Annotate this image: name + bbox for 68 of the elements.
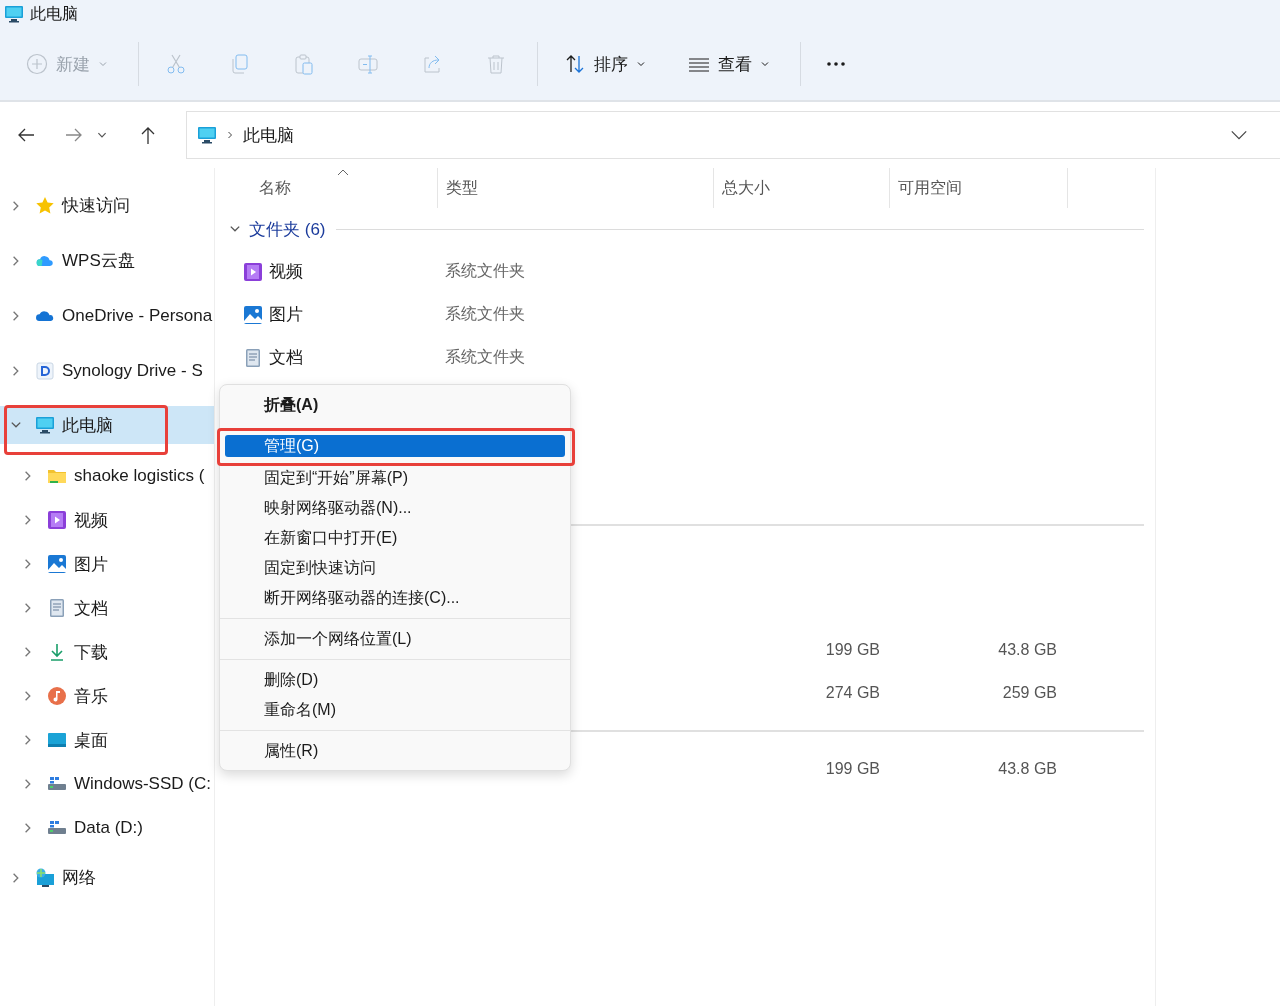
sidebar-item[interactable]: shaoke logistics ( (0, 454, 214, 498)
menu-item[interactable]: 固定到“开始”屏幕(P) (225, 463, 565, 493)
total-size: 199 GB (824, 759, 880, 778)
video-icon (47, 510, 67, 530)
synology-drive-icon (35, 360, 55, 381)
sidebar-item[interactable]: 下载 (0, 630, 214, 674)
group-header[interactable]: 文件夹 (6) (249, 217, 326, 241)
file-name[interactable]: 文档 (269, 346, 303, 369)
music-icon (47, 686, 67, 706)
picture-icon (47, 554, 67, 574)
free-space: 43.8 GB (997, 640, 1057, 659)
total-size: 274 GB (824, 683, 880, 702)
monitor-icon (4, 4, 24, 24)
file-name[interactable]: 图片 (269, 303, 303, 326)
menu-item[interactable]: 重命名(M) (225, 695, 565, 725)
sidebar-item[interactable]: 图片 (0, 542, 214, 586)
breadcrumb-separator-icon (225, 130, 235, 140)
free-space: 259 GB (1001, 683, 1057, 702)
view-button[interactable]: 查看 (676, 44, 782, 84)
address-path[interactable]: 此电脑 (243, 123, 1222, 147)
column-header[interactable]: 名称 (227, 168, 438, 208)
address-bar[interactable]: 此电脑 (186, 111, 1280, 159)
video-icon (243, 261, 263, 282)
caret-icon (636, 59, 646, 69)
network-icon (35, 867, 55, 888)
sidebar-item[interactable]: 网络 (0, 850, 214, 905)
window-title: 此电脑 (30, 3, 78, 24)
column-header[interactable]: 类型 (438, 168, 714, 208)
sidebar-item[interactable]: OneDrive - Persona (0, 288, 214, 343)
sidebar-item[interactable]: Windows-SSD (C: (0, 762, 214, 806)
free-space: 43.8 GB (997, 759, 1057, 778)
dropdown-icon[interactable] (1230, 129, 1248, 141)
menu-item[interactable]: 在新窗口中打开(E) (225, 523, 565, 553)
file-name[interactable]: 视频 (269, 260, 303, 283)
sidebar-item[interactable]: 音乐 (0, 674, 214, 718)
sidebar-item[interactable]: Data (D:) (0, 806, 214, 850)
monitor-icon (197, 125, 217, 145)
column-header[interactable]: 可用空间 (890, 168, 1068, 208)
sidebar-item[interactable]: 文档 (0, 586, 214, 630)
sort-button[interactable]: 排序 (552, 44, 658, 84)
monitor-icon (35, 415, 55, 435)
desktop-icon (47, 730, 67, 750)
file-type: 系统文件夹 (445, 261, 525, 281)
sidebar-item[interactable]: 桌面 (0, 718, 214, 762)
menu-item[interactable]: 折叠(A) (225, 389, 565, 421)
column-header[interactable]: 总大小 (714, 168, 890, 208)
document-icon (243, 347, 263, 368)
caret-icon (760, 59, 770, 69)
sidebar-item[interactable]: Synology Drive - S (0, 343, 214, 398)
sidebar-item[interactable]: 快速访问 (0, 178, 214, 233)
sidebar-item[interactable]: 此电脑 (0, 406, 214, 444)
file-type: 系统文件夹 (445, 347, 525, 367)
menu-item[interactable]: 断开网络驱动器的连接(C)... (225, 583, 565, 613)
menu-item[interactable]: 固定到快速访问 (225, 553, 565, 583)
menu-item[interactable]: 删除(D) (225, 665, 565, 695)
menu-item[interactable]: 管理(G) (225, 435, 565, 457)
menu-item[interactable]: 属性(R) (225, 736, 565, 766)
sort-caret-icon (337, 168, 349, 176)
star-icon (35, 195, 55, 216)
menu-item[interactable]: 添加一个网络位置(L) (225, 624, 565, 654)
total-size: 199 GB (824, 640, 880, 659)
sidebar-item[interactable]: 视频 (0, 498, 214, 542)
picture-icon (243, 304, 263, 325)
document-icon (47, 598, 67, 618)
caret-icon (98, 59, 108, 69)
sidebar-item[interactable]: WPS云盘 (0, 233, 214, 288)
file-type: 系统文件夹 (445, 304, 525, 324)
menu-item[interactable]: 映射网络驱动器(N)... (225, 493, 565, 523)
